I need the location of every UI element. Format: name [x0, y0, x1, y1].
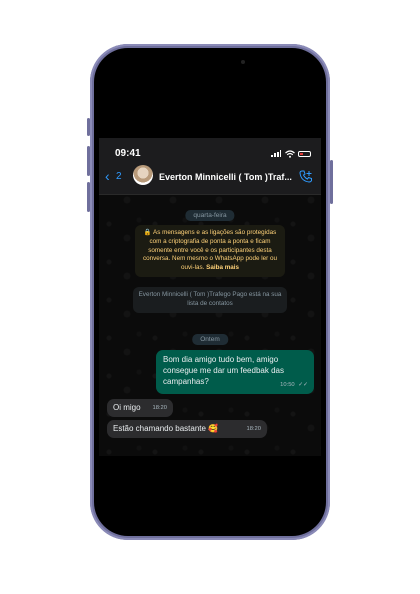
cellular-signal-icon [271, 150, 281, 157]
back-unread-count[interactable]: 2 [116, 171, 122, 182]
message-bubble-incoming[interactable]: Estão chamando bastante 🥰 18:20 [107, 420, 267, 438]
status-time: 09:41 [115, 148, 141, 159]
contact-saved-notice-text: Everton Minnicelli ( Tom )Trafego Pago e… [138, 291, 282, 307]
status-bar: 09:41 [99, 138, 321, 160]
back-chevron-icon[interactable]: ‹ [105, 169, 115, 183]
chat-header: ‹ 2 Everton Minnicelli ( Tom )Traf... [99, 160, 321, 195]
phone-volume-down [87, 182, 90, 212]
add-call-icon[interactable] [299, 170, 313, 183]
phone-power-button [330, 160, 333, 204]
message-text: Bom dia amigo tudo bem, amigo consegue m… [163, 355, 284, 386]
date-chip-wednesday: quarta-feira [185, 210, 235, 221]
whatsapp-chat-screen: 09:41 ‹ 2 Everton Minnicelli (Tom)Traf… [99, 138, 321, 456]
phone-volume-up [87, 146, 90, 176]
phone-mute-switch [87, 118, 90, 136]
battery-low-icon [298, 151, 311, 157]
date-chip-yesterday: Ontem [192, 334, 228, 345]
front-camera [241, 60, 245, 64]
message-time: 18:20 [152, 405, 167, 411]
contact-avatar[interactable] [133, 165, 153, 185]
wifi-icon [285, 150, 295, 158]
message-time: 18:20 [246, 426, 261, 432]
message-meta: 10:50 ✓✓ [280, 380, 308, 391]
learn-more-link[interactable]: Saiba mais [206, 264, 239, 271]
message-bubble-incoming[interactable]: Oi migo 18:20 [107, 399, 173, 417]
message-bubble-outgoing[interactable]: Bom dia amigo tudo bem, amigo consegue m… [156, 350, 314, 394]
message-text: Estão chamando bastante 🥰 [113, 424, 219, 433]
stage: 09:41 ‹ 2 Everton Minnicelli (Tom)Traf… [0, 0, 420, 594]
encryption-notice[interactable]: 🔒 As mensagens e as ligações são protegi… [135, 225, 285, 277]
contact-name[interactable]: Everton Minnicelli ( Tom )Traf... [159, 172, 292, 182]
contact-saved-notice: Everton Minnicelli ( Tom )Trafego Pago e… [133, 287, 287, 313]
read-ticks-icon: ✓✓ [298, 382, 308, 388]
message-text: Oi migo [113, 403, 141, 412]
status-icons [261, 150, 311, 158]
message-time: 10:50 [280, 382, 295, 388]
